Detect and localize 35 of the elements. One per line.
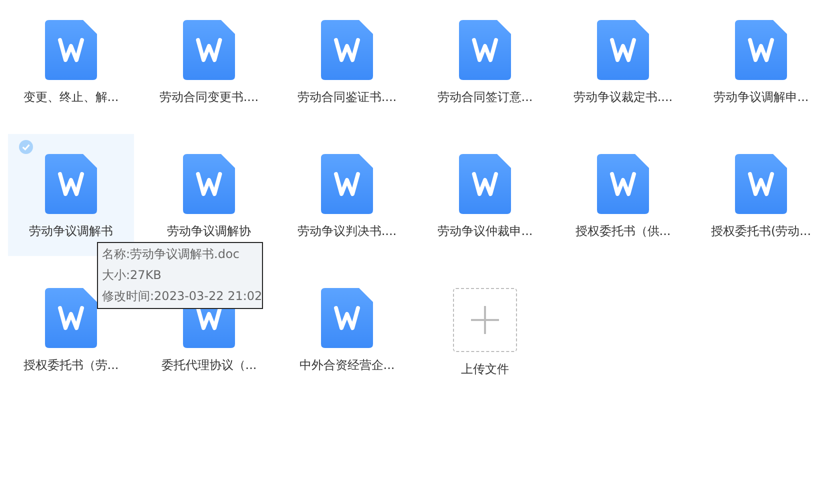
file-name[interactable]: 劳动争议调解协 (167, 224, 251, 239)
upload-button[interactable] (453, 288, 517, 352)
checkmark-icon (19, 140, 33, 154)
file-name[interactable]: 劳动争议判决书.... (297, 224, 397, 239)
file-name[interactable]: 授权委托书（劳... (23, 358, 119, 373)
word-document-icon[interactable] (321, 154, 373, 214)
word-document-icon[interactable] (459, 20, 511, 80)
word-document-icon[interactable] (321, 288, 373, 348)
word-document-icon[interactable] (597, 20, 649, 80)
word-document-icon[interactable] (321, 20, 373, 80)
upload-label[interactable]: 上传文件 (461, 362, 509, 377)
word-document-icon[interactable] (735, 154, 787, 214)
word-document-icon[interactable] (735, 20, 787, 80)
file-name[interactable]: 中外合资经营企... (299, 358, 395, 373)
word-document-icon[interactable] (459, 154, 511, 214)
word-document-icon[interactable] (183, 154, 235, 214)
file-name[interactable]: 劳动合同变更书.... (159, 90, 259, 105)
file-name[interactable]: 劳动争议调解申... (713, 90, 809, 105)
file-name[interactable]: 劳动争议裁定书.... (573, 90, 673, 105)
word-document-icon[interactable] (45, 20, 97, 80)
file-name[interactable]: 劳动合同鉴证书.... (297, 90, 397, 105)
file-name[interactable]: 授权委托书(劳动... (710, 224, 812, 239)
word-document-icon[interactable] (45, 288, 97, 348)
word-document-icon[interactable] (183, 20, 235, 80)
word-document-icon[interactable] (597, 154, 649, 214)
file-name[interactable]: 劳动合同签订意... (437, 90, 533, 105)
file-name[interactable]: 劳动争议仲裁申... (437, 224, 533, 239)
plus-icon (471, 306, 499, 334)
file-name[interactable]: 委托代理协议（... (161, 358, 257, 373)
tooltip-text: 修改时间:2023-03-22 21:02 (102, 288, 262, 305)
file-name[interactable]: 授权委托书（供... (575, 224, 671, 239)
file-name[interactable]: 劳动争议调解书 (29, 224, 113, 239)
tooltip-text: 大小:27KB (102, 267, 162, 284)
word-document-icon[interactable] (45, 154, 97, 214)
file-name[interactable]: 变更、终止、解... (23, 90, 119, 105)
